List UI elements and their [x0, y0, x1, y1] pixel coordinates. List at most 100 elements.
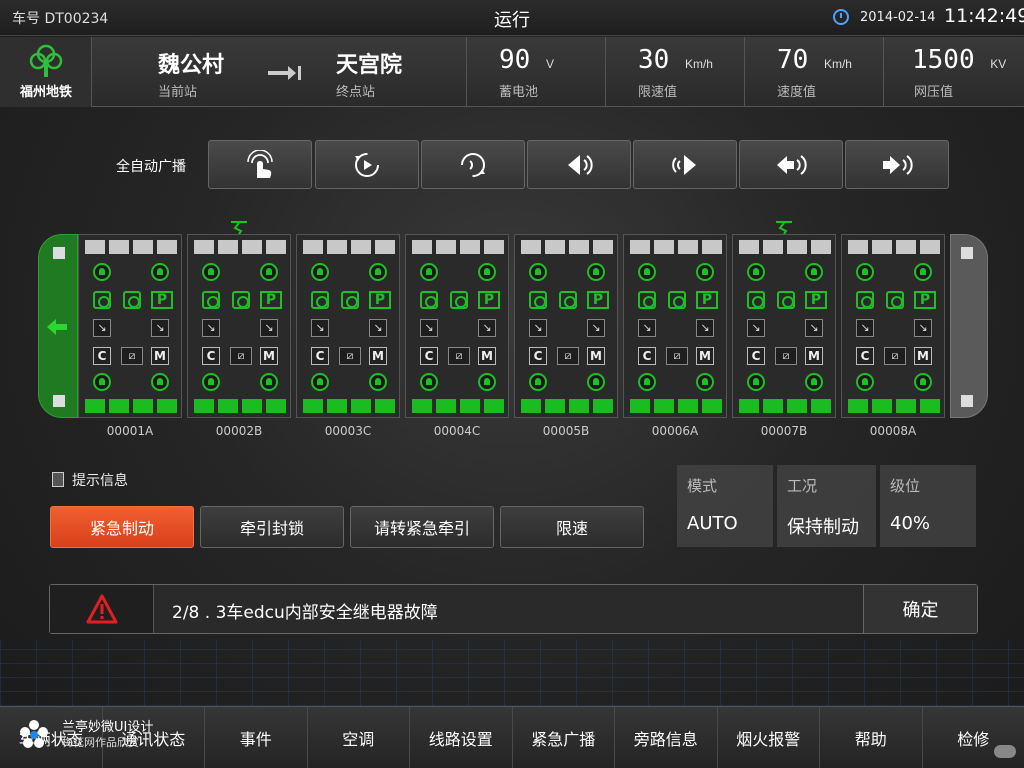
- emergency-traction-button[interactable]: 请转紧急牵引: [350, 506, 494, 548]
- corner-badge: [994, 745, 1016, 758]
- nav-maintenance[interactable]: 检修: [923, 707, 1024, 768]
- door-indicator: [133, 399, 153, 413]
- c-icon: C: [638, 347, 656, 365]
- car-door-status-row: [630, 399, 722, 413]
- nav-bypass-info[interactable]: 旁路信息: [615, 707, 718, 768]
- door-indicator: [739, 240, 759, 254]
- bell-icon: [260, 373, 278, 391]
- car-door-status-row: [194, 240, 286, 254]
- tool-icon: ↘: [914, 319, 932, 337]
- door-indicator: [920, 240, 940, 254]
- slash-icon: ⧄: [121, 347, 143, 365]
- train-car[interactable]: P ↘ ↘ C ⧄ M: [732, 234, 836, 418]
- train-car[interactable]: P ↘ ↘ C ⧄ M: [514, 234, 618, 418]
- door-indicator: [920, 399, 940, 413]
- car-label: 00001A: [106, 424, 154, 438]
- bell-icon: [93, 373, 111, 391]
- brake-icon: [232, 291, 250, 309]
- tool-icon: ↘: [369, 319, 387, 337]
- broadcast-arrow-left-button[interactable]: [739, 140, 843, 189]
- door-indicator: [157, 399, 177, 413]
- nav-fire-alarm[interactable]: 烟火报警: [718, 707, 820, 768]
- door-indicator: [678, 240, 698, 254]
- car-door-status-row: [194, 399, 286, 413]
- door-indicator: [436, 399, 456, 413]
- broadcast-rotate-left-button[interactable]: [315, 140, 419, 189]
- head-indicator: [53, 395, 65, 407]
- train-car[interactable]: P ↘ ↘ C ⧄ M: [78, 234, 182, 418]
- bell-icon: [529, 373, 547, 391]
- train-car[interactable]: P ↘ ↘ C ⧄ M: [296, 234, 400, 418]
- train-car[interactable]: P ↘ ↘ C ⧄ M: [623, 234, 727, 418]
- bell-icon: [478, 263, 496, 281]
- brake-icon: [123, 291, 141, 309]
- broadcast-speaker-both-button[interactable]: [633, 140, 737, 189]
- parking-brake-icon: P: [260, 291, 282, 309]
- door-indicator: [194, 399, 214, 413]
- alarm-message: 2/8 . 3车edcu内部安全继电器故障: [172, 603, 438, 623]
- brake-icon: [529, 291, 547, 309]
- metric-speed-limit: 30 Km/h 限速值: [605, 37, 744, 107]
- brake-icon: [420, 291, 438, 309]
- car-door-status-row: [85, 399, 177, 413]
- bell-icon: [805, 373, 823, 391]
- brake-icon: [777, 291, 795, 309]
- m-icon: M: [478, 347, 496, 365]
- door-indicator: [569, 240, 589, 254]
- broadcast-touch-button[interactable]: [208, 140, 312, 189]
- bell-icon: [914, 373, 932, 391]
- broadcast-rotate-right-button[interactable]: [421, 140, 525, 189]
- broadcast-arrow-right-button[interactable]: [845, 140, 949, 189]
- nav-air-conditioning[interactable]: 空调: [308, 707, 410, 768]
- nav-help[interactable]: 帮助: [820, 707, 923, 768]
- door-indicator: [811, 240, 831, 254]
- flower-logo-icon: [20, 720, 48, 748]
- nav-line-settings[interactable]: 线路设置: [410, 707, 513, 768]
- train-car[interactable]: P ↘ ↘ C ⧄ M: [405, 234, 509, 418]
- bell-icon: [696, 263, 714, 281]
- train-car[interactable]: P ↘ ↘ C ⧄ M: [841, 234, 945, 418]
- clock-icon: [833, 9, 849, 25]
- car-label: 00002B: [215, 424, 263, 438]
- door-indicator: [266, 399, 286, 413]
- car-door-status-row: [521, 240, 613, 254]
- head-indicator: [53, 247, 65, 259]
- door-indicator: [412, 240, 432, 254]
- door-indicator: [351, 240, 371, 254]
- car-door-status-row: [303, 399, 395, 413]
- car-label: 00006A: [651, 424, 699, 438]
- door-indicator: [593, 240, 613, 254]
- metric-value: 1500: [912, 45, 975, 75]
- metric-unit: Km/h: [684, 57, 713, 71]
- confirm-button[interactable]: 确定: [863, 585, 977, 633]
- door-indicator: [872, 240, 892, 254]
- tool-icon: ↘: [478, 319, 496, 337]
- door-indicator: [109, 399, 129, 413]
- door-indicator: [811, 399, 831, 413]
- nav-emergency-broadcast[interactable]: 紧急广播: [513, 707, 615, 768]
- car-label: 00004C: [433, 424, 481, 438]
- bell-icon: [747, 373, 765, 391]
- car-door-status-row: [412, 240, 504, 254]
- parking-brake-icon: P: [805, 291, 827, 309]
- train-car[interactable]: P ↘ ↘ C ⧄ M: [187, 234, 291, 418]
- mode-key: 工况: [787, 477, 818, 495]
- tool-icon: ↘: [856, 319, 874, 337]
- door-indicator: [303, 240, 323, 254]
- door-indicator: [702, 240, 722, 254]
- bell-icon: [311, 373, 329, 391]
- traction-lock-button[interactable]: 牵引封锁: [200, 506, 344, 548]
- car-door-status-row: [739, 240, 831, 254]
- door-indicator: [436, 240, 456, 254]
- bell-icon: [696, 373, 714, 391]
- car-label: 00003C: [324, 424, 372, 438]
- broadcast-speaker-left-button[interactable]: [527, 140, 631, 189]
- emergency-brake-button[interactable]: 紧急制动: [50, 506, 194, 548]
- door-indicator: [787, 399, 807, 413]
- mode-value: 保持制动: [787, 517, 859, 538]
- speed-limit-button[interactable]: 限速: [500, 506, 644, 548]
- current-station-label: 当前站: [158, 85, 198, 100]
- pantograph-icon: [776, 221, 792, 234]
- door-indicator: [678, 399, 698, 413]
- nav-events[interactable]: 事件: [205, 707, 308, 768]
